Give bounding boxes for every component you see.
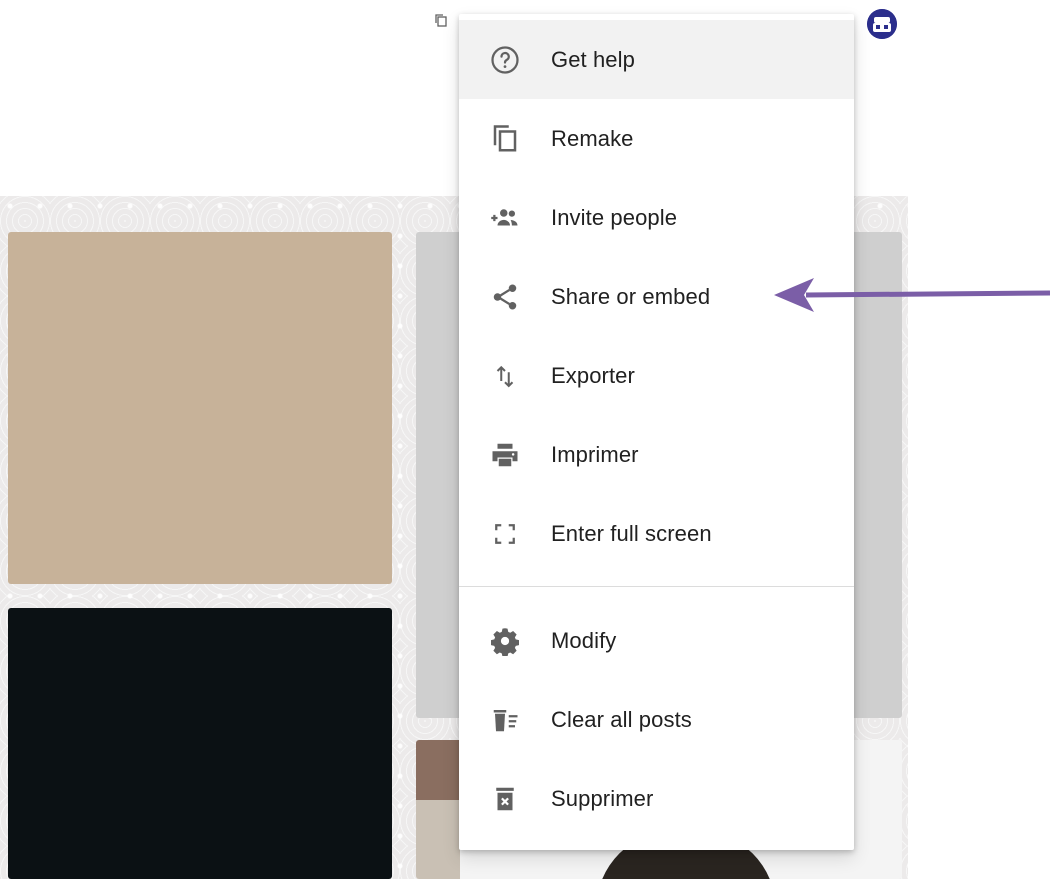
menu-item-remake[interactable]: Remake <box>459 99 854 178</box>
menu-item-modify[interactable]: Modify <box>459 601 854 680</box>
fullscreen-icon <box>486 515 524 553</box>
menu-item-supprimer[interactable]: Supprimer <box>459 759 854 838</box>
menu-item-label: Supprimer <box>551 785 654 811</box>
menu-item-exporter[interactable]: Exporter <box>459 336 854 415</box>
menu-item-label: Share or embed <box>551 283 711 309</box>
menu-item-label: Modify <box>551 627 617 653</box>
gear-icon <box>486 622 524 660</box>
photo-fragment <box>416 740 460 800</box>
menu-item-imprimer[interactable]: Imprimer <box>459 415 854 494</box>
menu-divider <box>459 586 854 587</box>
menu-item-get-help[interactable]: Get help <box>459 20 854 99</box>
menu-item-label: Imprimer <box>551 441 639 467</box>
menu-item-label: Enter full screen <box>551 520 712 546</box>
post-card-tan[interactable] <box>8 232 392 584</box>
copy-icon <box>486 120 524 158</box>
menu-item-label: Clear all posts <box>551 706 692 732</box>
add-people-icon <box>486 199 524 237</box>
menu-item-clear-all-posts[interactable]: Clear all posts <box>459 680 854 759</box>
menu-item-label: Get help <box>551 46 635 72</box>
more-actions-menu: Get help Remake Invite people Share or e… <box>459 14 854 850</box>
menu-item-label: Invite people <box>551 204 678 230</box>
clear-posts-icon <box>486 701 524 739</box>
export-arrows-icon <box>486 357 524 395</box>
trash-icon <box>486 780 524 818</box>
annotation-arrow-icon <box>774 278 1050 312</box>
photo-fragment <box>416 800 460 879</box>
help-circle-icon <box>486 41 524 79</box>
menu-item-label: Remake <box>551 125 634 151</box>
user-avatar[interactable] <box>867 9 897 39</box>
menu-item-invite-people[interactable]: Invite people <box>459 178 854 257</box>
remake-copy-icon[interactable] <box>434 13 448 27</box>
printer-icon <box>486 436 524 474</box>
share-icon <box>486 278 524 316</box>
post-card-black[interactable] <box>8 608 392 879</box>
menu-item-label: Exporter <box>551 362 635 388</box>
menu-item-enter-full-screen[interactable]: Enter full screen <box>459 494 854 573</box>
